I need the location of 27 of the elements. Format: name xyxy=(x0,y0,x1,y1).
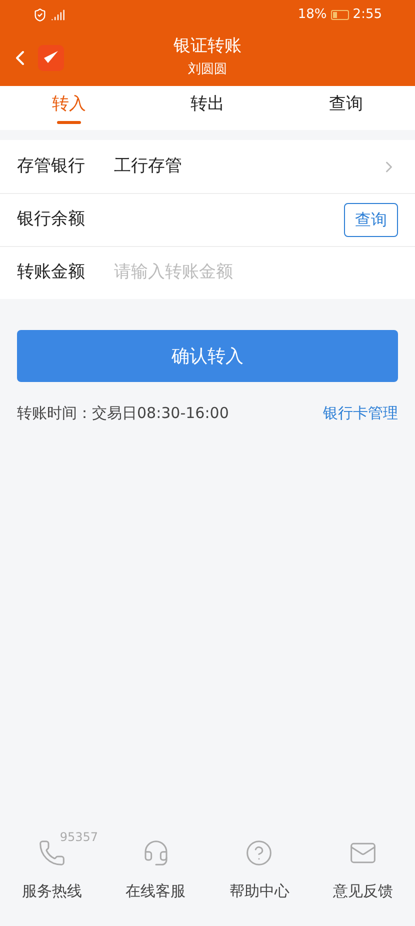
help-icon xyxy=(245,838,274,867)
confirm-button[interactable]: 确认转入 xyxy=(17,330,398,382)
signal-icon xyxy=(51,8,65,22)
clock: 2:55 xyxy=(352,6,382,24)
field-label: 银行余额 xyxy=(17,208,86,232)
bank-value[interactable]: 工行存管 xyxy=(114,154,380,180)
footer-item[interactable]: 95357 服务热线 xyxy=(0,826,104,914)
field-label: 存管银行 xyxy=(17,154,86,178)
tab[interactable]: 转入 xyxy=(0,86,138,130)
field-label: 转账金额 xyxy=(17,261,86,284)
query-button[interactable]: 查询 xyxy=(344,203,398,237)
footer-item[interactable]: 在线客服 xyxy=(104,826,208,914)
footer-item[interactable]: 意见反馈 xyxy=(311,826,415,914)
tab[interactable]: 查询 xyxy=(276,86,415,130)
tab[interactable]: 转出 xyxy=(138,86,277,130)
card-management-link[interactable]: 银行卡管理 xyxy=(323,402,398,424)
page-subtitle: 刘圆圆 xyxy=(188,60,227,78)
battery-icon xyxy=(330,10,349,20)
hotline-number: 95357 xyxy=(60,828,98,846)
transfer-time-note: 转账时间：交易日08:30-16:00 xyxy=(17,403,229,424)
app-logo-icon xyxy=(38,45,64,71)
headset-icon xyxy=(142,838,170,867)
footer-item[interactable]: 帮助中心 xyxy=(208,826,312,914)
amount-field[interactable]: 请输入转账金额 xyxy=(114,260,398,286)
page-title: 银证转账 xyxy=(174,35,242,58)
shield-icon xyxy=(33,8,47,22)
battery-percent: 18% xyxy=(298,6,327,24)
